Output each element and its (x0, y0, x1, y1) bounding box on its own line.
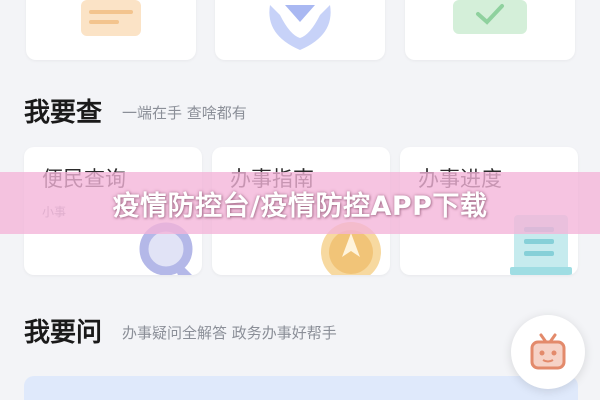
top-card-2[interactable] (215, 0, 385, 60)
section-title-ask: 我要问 (24, 318, 103, 348)
assistant-button[interactable] (511, 315, 585, 389)
ask-card[interactable] (24, 376, 578, 400)
top-card-3[interactable] (405, 0, 575, 60)
top-card-1[interactable] (26, 0, 196, 60)
heart-hands-icon (269, 5, 331, 50)
section-title-query: 我要查 (24, 98, 103, 128)
banner-text: 疫情防控台/疫情防控APP下载 (112, 190, 488, 222)
clipboard-icon (81, 0, 141, 36)
section-subtitle-ask: 办事疑问全解答 政务办事好帮手 (122, 324, 337, 342)
section-subtitle-query: 一端在手 查啥都有 (122, 104, 247, 122)
check-folder-icon (453, 0, 527, 34)
tv-robot-icon (530, 333, 566, 370)
watermark-banner: 疫情防控台/疫情防控APP下载 (0, 172, 600, 234)
app-screen: 我要查 一端在手 查啥都有 便民查询 小事 办事指南 办事进度 我要问 办事疑问… (0, 0, 600, 400)
